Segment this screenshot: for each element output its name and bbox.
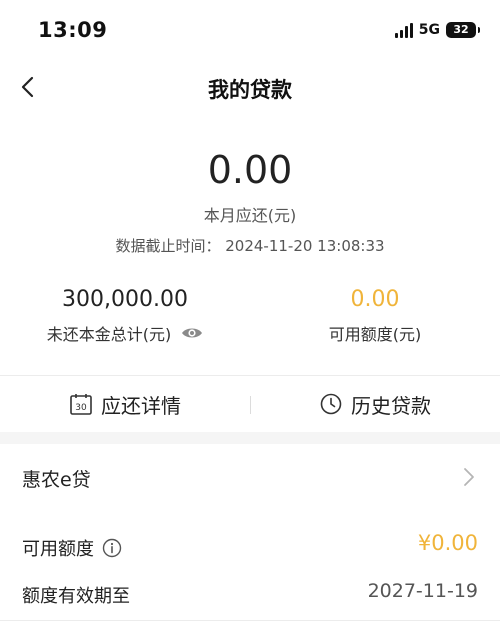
- info-icon: [102, 538, 122, 558]
- available-credit-label: 可用额度: [22, 539, 94, 560]
- principal-value: 300,000.00: [62, 287, 188, 312]
- product-name: 惠农e贷: [22, 469, 91, 491]
- clock-icon: [320, 393, 342, 415]
- network-type: 5G: [418, 22, 440, 38]
- eye-toggle-button[interactable]: [181, 326, 203, 340]
- battery-icon: 32: [446, 22, 480, 38]
- status-indicators: 5G 32: [394, 22, 480, 38]
- page-title: 我的贷款: [208, 78, 292, 102]
- monthly-due-amount: 0.00: [207, 148, 293, 192]
- principal-label: 未还本金总计(元): [46, 325, 172, 344]
- calendar-day: 30: [75, 403, 87, 413]
- credit-expiry-value: 2027-11-19: [367, 580, 478, 602]
- signal-icon: [394, 22, 413, 38]
- tab-label: 历史贷款: [351, 393, 431, 418]
- principal-label-row: 未还本金总计(元): [0, 321, 250, 345]
- tab-repayment-details[interactable]: 30 应还详情: [0, 376, 250, 432]
- credit-expiry-row: 额度有效期至 2027-11-19: [0, 576, 500, 612]
- cutoff-label: 数据截止时间：: [115, 237, 221, 255]
- available-stat: 0.00 可用额度(元): [250, 287, 500, 345]
- available-label-row: 可用额度(元): [250, 321, 500, 345]
- chevron-right-icon: [464, 468, 474, 486]
- nav-bar: 我的贷款: [0, 62, 500, 114]
- tab-loan-history[interactable]: 历史贷款: [250, 376, 500, 432]
- loan-product-row[interactable]: 惠农e贷: [0, 444, 500, 510]
- available-value: 0.00: [350, 287, 400, 312]
- available-label: 可用额度(元): [328, 325, 422, 344]
- divider: [0, 620, 500, 621]
- principal-stat: 300,000.00 未还本金总计(元): [0, 287, 250, 345]
- tab-bar: 30 应还详情 历史贷款: [0, 376, 500, 432]
- eye-icon: [182, 328, 203, 338]
- available-credit-value: ¥0.00: [417, 531, 478, 555]
- available-credit-row: 可用额度 ¥0.00: [0, 529, 500, 565]
- calendar-icon: 30: [70, 394, 92, 415]
- info-button[interactable]: [102, 538, 122, 558]
- tab-label: 应还详情: [101, 393, 181, 418]
- credit-expiry-label: 额度有效期至: [22, 586, 130, 607]
- cutoff-time: 2024-11-20 13:08:33: [225, 237, 385, 255]
- section-spacer: [0, 432, 500, 444]
- monthly-due-label: 本月应还(元): [203, 206, 297, 225]
- status-time: 13:09: [38, 18, 108, 42]
- data-cutoff: 数据截止时间： 2024-11-20 13:08:33: [0, 235, 500, 256]
- status-bar: 13:09 5G 32: [0, 0, 500, 62]
